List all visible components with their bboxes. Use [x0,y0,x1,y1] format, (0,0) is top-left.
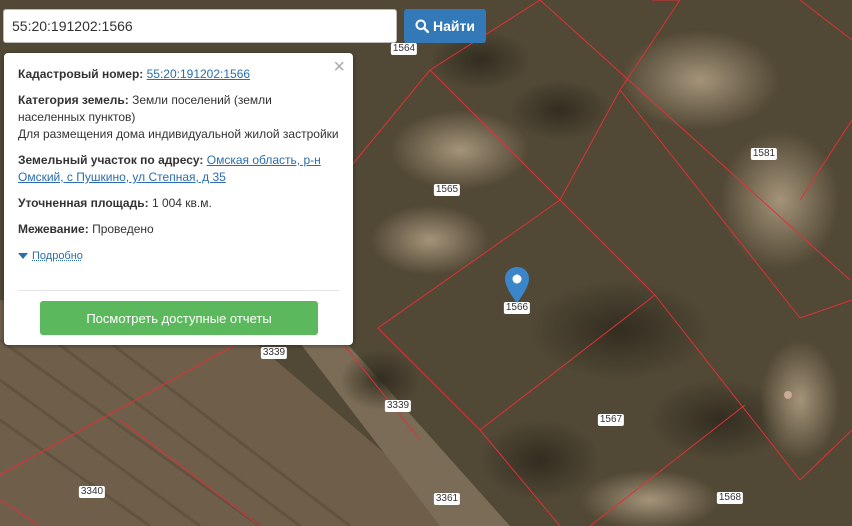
divider [18,290,339,291]
search-icon [415,19,430,33]
land-purpose-value: Для размещения дома индивидуальной жилой… [18,127,339,141]
parcel-label-selected[interactable]: 1566 [503,302,531,314]
close-icon[interactable]: × [333,57,345,77]
parcel-label[interactable]: 1565 [433,184,461,196]
parcel-label[interactable]: 1567 [597,414,625,426]
area-value: 1 004 кв.м. [151,196,212,210]
address-row: Земельный участок по адресу: Омская обла… [18,152,339,186]
address-label: Земельный участок по адресу: [18,153,204,167]
area-row: Уточненная площадь: 1 004 кв.м. [18,195,339,212]
parcel-label[interactable]: 1564 [390,43,418,55]
land-category-row: Категория земель: Земли поселений (земли… [18,92,339,143]
survey-value: Проведено [92,222,154,236]
view-reports-button[interactable]: Посмотреть доступные отчеты [40,301,318,335]
search-button-label: Найти [433,18,475,34]
cadastral-number-link[interactable]: 55:20:191202:1566 [147,67,250,81]
details-label: Подробно [32,249,83,262]
parcel-info-popup: × Кадастровый номер: 55:20:191202:1566 К… [4,53,353,345]
details-row: Подробно [18,247,339,265]
cadastral-number-label: Кадастровый номер: [18,67,144,81]
parcel-label[interactable]: 1581 [750,148,778,160]
parcel-label[interactable]: 3339 [260,347,288,359]
parcel-label[interactable]: 3361 [433,493,461,505]
search-button[interactable]: Найти [404,9,486,43]
caret-down-icon [18,253,28,259]
parcel-label[interactable]: 3339 [384,400,412,412]
area-label: Уточненная площадь: [18,196,149,210]
survey-label: Межевание: [18,222,89,236]
search-input[interactable] [3,9,397,43]
parcel-label[interactable]: 3340 [78,486,106,498]
parcel-label[interactable]: 1568 [716,492,744,504]
land-category-label: Категория земель: [18,93,129,107]
map-marker-icon[interactable] [505,267,529,303]
cadastral-number-row: Кадастровый номер: 55:20:191202:1566 [18,66,339,83]
details-toggle[interactable]: Подробно [18,248,83,265]
survey-row: Межевание: Проведено [18,221,339,238]
